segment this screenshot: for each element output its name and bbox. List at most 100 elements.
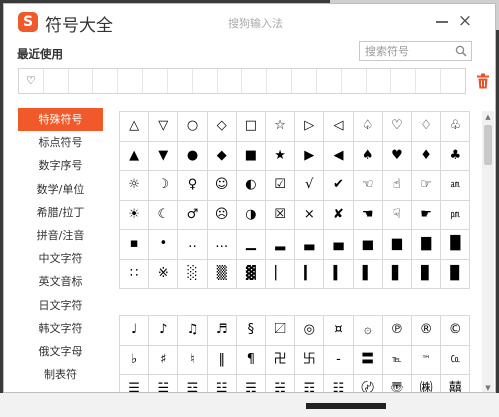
symbol-cell[interactable]: 〼 (266, 316, 296, 346)
symbol-cell[interactable]: ♤ (353, 112, 383, 142)
symbol-cell[interactable]: ☽ (149, 171, 179, 201)
recent-symbol-cell[interactable] (317, 69, 342, 93)
symbol-cell[interactable]: ░ (178, 259, 208, 289)
symbol-cell[interactable]: ✘ (324, 200, 354, 230)
symbol-cell[interactable]: ♦ (412, 141, 442, 171)
symbol-cell[interactable]: ‐ (324, 345, 354, 375)
scrollbar[interactable]: ▲ ▼ (482, 111, 494, 392)
symbol-cell[interactable]: ☳ (208, 375, 237, 392)
symbol-cell[interactable]: ♢ (412, 112, 442, 142)
symbol-cell[interactable]: ◐ (236, 171, 266, 201)
symbol-cell[interactable]: 〄 (354, 375, 383, 392)
symbol-cell[interactable]: ▁ (236, 230, 266, 260)
symbol-cell[interactable]: ☞ (412, 171, 442, 201)
recent-symbol-cell[interactable] (193, 69, 218, 93)
category-item[interactable]: 数学/单位 (18, 178, 103, 201)
symbol-cell[interactable]: ▆ (382, 230, 412, 260)
category-item[interactable]: 希腊/拉丁 (18, 201, 103, 224)
recent-symbol-cell[interactable]: ♡ (19, 69, 44, 93)
symbol-cell[interactable]: ▌ (353, 259, 383, 289)
symbol-cell[interactable]: ♩ (120, 316, 150, 346)
category-item[interactable]: 数字序号 (18, 154, 103, 177)
symbol-cell[interactable]: ™ (412, 345, 442, 375)
symbol-cell[interactable]: ☱ (149, 375, 179, 392)
symbol-cell[interactable]: ▏ (266, 259, 296, 289)
symbol-cell[interactable]: § (236, 316, 266, 346)
symbol-cell[interactable]: ☷ (324, 375, 354, 392)
symbol-cell[interactable]: ☴ (237, 375, 266, 392)
symbol-cell[interactable]: ♬ (207, 316, 237, 346)
recent-symbol-cell[interactable] (342, 69, 367, 93)
symbol-cell[interactable]: ☆ (266, 112, 296, 142)
symbol-cell[interactable]: ♮ (178, 345, 208, 375)
symbol-cell[interactable]: ☶ (295, 375, 325, 392)
symbol-cell[interactable]: ▇ (412, 230, 442, 260)
symbol-cell[interactable]: ★ (266, 141, 296, 171)
symbol-cell[interactable]: ㏂ (441, 171, 471, 201)
category-item[interactable]: 英文音标 (18, 270, 103, 293)
recent-symbol-cell[interactable] (367, 69, 392, 93)
symbol-cell[interactable]: ♧ (441, 112, 471, 142)
symbol-cell[interactable]: ☜ (353, 171, 383, 201)
symbol-cell[interactable]: ☰ (120, 375, 150, 392)
symbol-cell[interactable]: ® (412, 316, 442, 346)
symbol-cell[interactable]: ▍ (324, 259, 354, 289)
symbol-cell[interactable]: ▋ (382, 259, 412, 289)
symbol-cell[interactable]: ◆ (207, 141, 237, 171)
symbol-cell[interactable]: ♯ (149, 345, 179, 375)
symbol-cell[interactable]: ♭ (120, 345, 150, 375)
recent-symbol-cell[interactable] (168, 69, 193, 93)
symbol-cell[interactable]: □ (236, 112, 266, 142)
symbol-cell[interactable]: ▄ (324, 230, 354, 260)
category-item[interactable]: 特殊符号 (18, 108, 103, 132)
symbol-cell[interactable]: ✔ (324, 171, 354, 201)
symbol-cell[interactable]: 〠 (383, 375, 412, 392)
search-input[interactable] (365, 43, 449, 59)
symbol-cell[interactable]: ♂ (178, 200, 208, 230)
symbol-cell[interactable]: ℗ (382, 316, 412, 346)
symbol-cell[interactable]: ♥ (382, 141, 412, 171)
symbol-cell[interactable]: ● (178, 141, 208, 171)
symbol-cell[interactable]: ㏘ (441, 200, 471, 230)
recent-symbol-cell[interactable] (218, 69, 243, 93)
search-icon[interactable] (455, 45, 467, 57)
recent-symbol-cell[interactable] (143, 69, 168, 93)
symbol-cell[interactable]: ※ (149, 259, 179, 289)
symbol-cell[interactable]: ☾ (149, 200, 179, 230)
symbol-cell[interactable]: ▃ (295, 230, 325, 260)
category-item[interactable]: 拼音/注音 (18, 224, 103, 247)
symbol-cell[interactable]: ▪ (120, 230, 150, 260)
minimize-icon[interactable] (436, 21, 448, 23)
symbol-cell[interactable]: ◁ (324, 112, 354, 142)
symbol-cell[interactable]: ∷ (120, 259, 150, 289)
scrollbar-thumb[interactable] (484, 125, 492, 165)
symbol-cell[interactable]: ☚ (353, 200, 383, 230)
recent-symbol-cell[interactable] (441, 69, 465, 93)
category-item[interactable]: 制表符 (18, 363, 103, 386)
symbol-cell[interactable]: 卐 (295, 345, 325, 375)
symbol-cell[interactable]: ▷ (295, 112, 325, 142)
recent-symbol-cell[interactable] (292, 69, 317, 93)
scroll-up-icon[interactable]: ▲ (484, 113, 492, 121)
symbol-cell[interactable]: ♠ (353, 141, 383, 171)
recent-symbol-cell[interactable] (391, 69, 417, 93)
symbol-cell[interactable]: 囍 (441, 375, 471, 392)
symbol-cell[interactable]: ☵ (266, 375, 296, 392)
symbol-cell[interactable]: ▂ (266, 230, 296, 260)
symbol-cell[interactable]: ¶ (236, 345, 266, 375)
symbol-cell[interactable]: ▉ (441, 259, 471, 289)
recent-symbol-cell[interactable] (118, 69, 144, 93)
symbol-cell[interactable]: ▲ (120, 141, 150, 171)
symbol-cell[interactable]: ♫ (178, 316, 208, 346)
category-item[interactable]: 韩文字符 (18, 317, 103, 340)
symbol-cell[interactable]: ㏇ (441, 345, 471, 375)
symbol-cell[interactable]: ▶ (295, 141, 325, 171)
symbol-cell[interactable]: 卍 (266, 345, 296, 375)
recent-symbol-cell[interactable] (69, 69, 94, 93)
symbol-cell[interactable]: ○ (178, 112, 208, 142)
recent-symbol-cell[interactable] (267, 69, 293, 93)
category-item[interactable]: 标点符号 (18, 131, 103, 154)
symbol-cell[interactable]: ▎ (295, 259, 325, 289)
symbol-cell[interactable]: ☒ (266, 200, 296, 230)
category-item[interactable]: 日文字符 (18, 294, 103, 317)
